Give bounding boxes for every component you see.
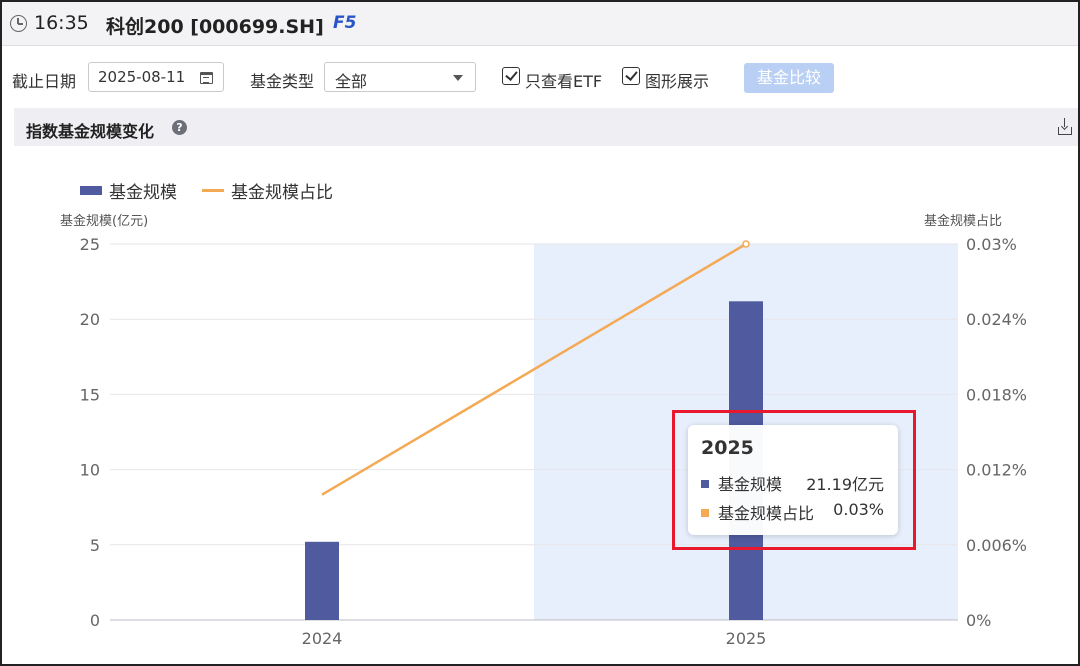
current-time: 16:35 [34, 12, 89, 34]
date-picker[interactable]: 2025-08-11 [88, 62, 224, 92]
chart-view-checkbox[interactable] [622, 67, 640, 85]
etf-only-label[interactable]: 只查看ETF [525, 68, 602, 92]
y-left-tick-label: 15 [80, 385, 100, 404]
panel-header: 指数基金规模变化 ? [14, 108, 1078, 146]
fund-type-select[interactable]: 全部 [324, 62, 476, 92]
title-bar: 16:35 科创200 [000699.SH] F5 [2, 2, 1078, 46]
fund-compare-button[interactable]: 基金比较 [744, 63, 834, 93]
y-right-tick-label: 0.03% [966, 235, 1017, 254]
etf-only-checkbox[interactable] [502, 67, 520, 85]
y-left-tick-label: 0 [90, 611, 100, 630]
date-label: 截止日期 [12, 72, 77, 91]
annotation-highlight-box [672, 410, 916, 550]
security-name: 科创200 [000699.SH] [106, 16, 324, 38]
question-circle-icon[interactable]: ? [172, 120, 187, 135]
hotkey-label[interactable]: F5 [333, 13, 356, 33]
download-icon[interactable] [1058, 118, 1072, 135]
chart-panel: 基金规模 基金规模占比 基金规模(亿元) 基金规模占比 0 0% 5 0.006% 10… [14, 146, 1078, 664]
bar [305, 541, 339, 620]
y-left-tick-label: 20 [80, 310, 100, 329]
y-axis-left-label: 基金规模(亿元) [60, 213, 148, 229]
y-right-tick-label: 0.024% [966, 310, 1027, 329]
chart-svg: 基金规模(亿元) 基金规模占比 0 0% 5 0.006% 10 0.012% 15 0.01… [60, 213, 1027, 648]
y-right-tick-label: 0% [966, 611, 991, 630]
filter-toolbar: 截止日期 2025-08-11 基金类型 全部 只查看ETF 图形展示 基金比较 [2, 54, 1078, 100]
chevron-down-icon [453, 75, 463, 81]
calendar-icon[interactable] [200, 72, 213, 84]
date-value: 2025-08-11 [98, 68, 186, 86]
x-tick-label: 2024 [302, 629, 343, 648]
y-right-tick-label: 0.006% [966, 536, 1027, 555]
fund-type-label: 基金类型 [250, 72, 315, 91]
y-right-tick-label: 0.018% [966, 385, 1027, 404]
chart-view-label[interactable]: 图形展示 [645, 68, 709, 92]
panel-title: 指数基金规模变化 [26, 122, 155, 141]
y-left-tick-label: 10 [80, 461, 100, 480]
y-right-tick-label: 0.012% [966, 461, 1027, 480]
line-point [742, 240, 750, 248]
x-tick-label: 2025 [726, 629, 767, 648]
fund-type-value: 全部 [335, 72, 368, 91]
y-left-tick-label: 25 [80, 235, 100, 254]
y-axis-right-label: 基金规模占比 [924, 213, 1002, 229]
clock-icon [10, 15, 27, 32]
y-left-tick-label: 5 [90, 536, 100, 555]
